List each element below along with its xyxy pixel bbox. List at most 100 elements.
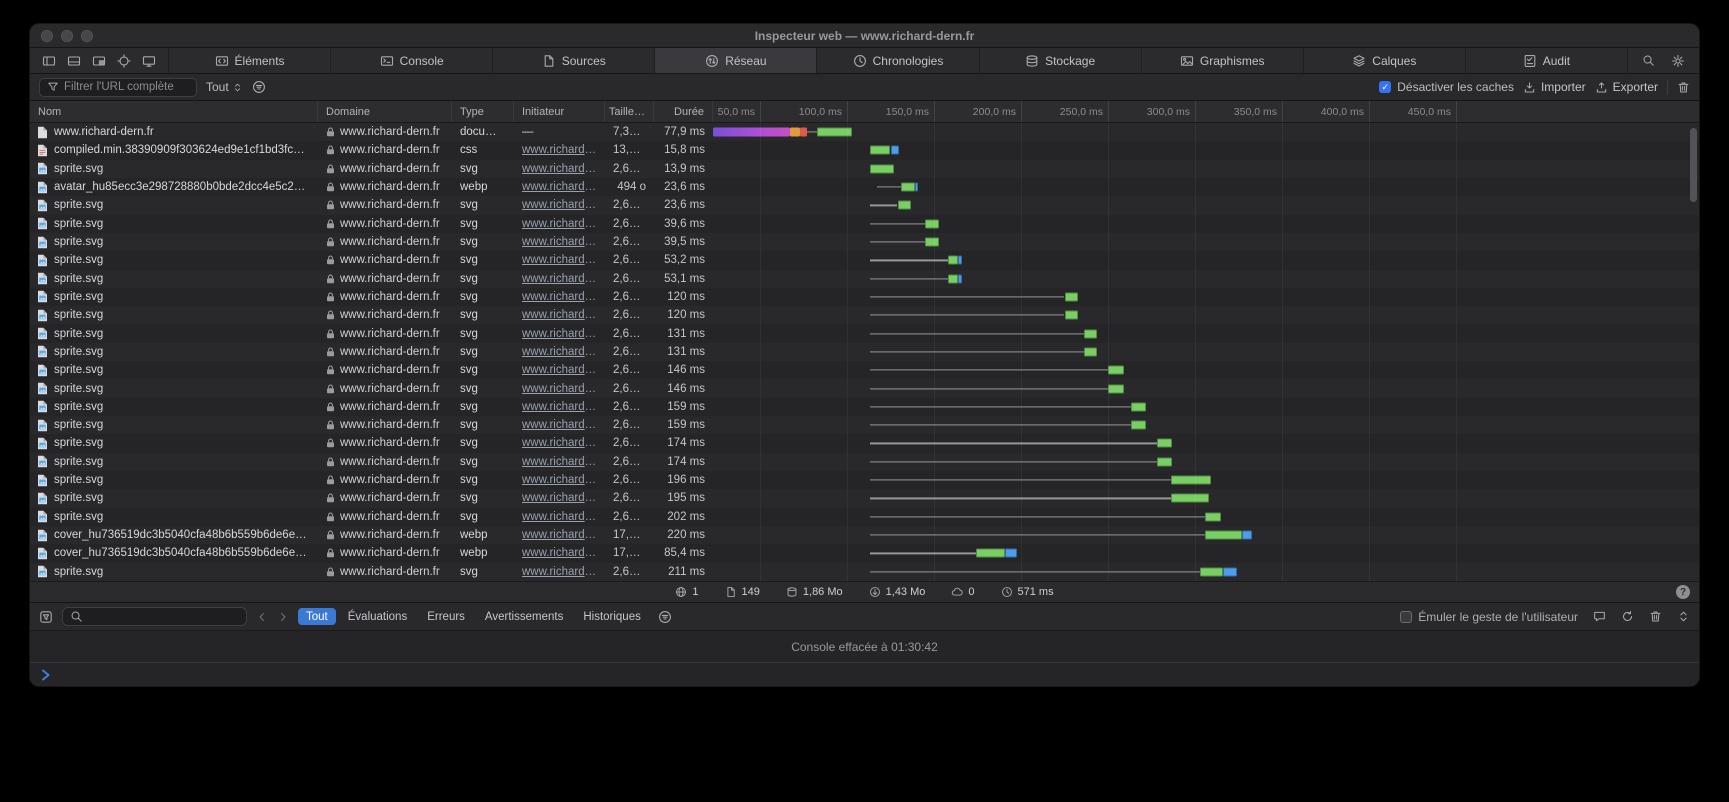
- request-initiator[interactable]: www.richard-d…: [514, 144, 605, 156]
- request-initiator[interactable]: www.richard-d…: [514, 163, 605, 175]
- request-name[interactable]: sprite.svg: [30, 437, 318, 450]
- next-result-icon[interactable]: [277, 611, 289, 623]
- request-initiator[interactable]: www.richard-d…: [514, 383, 605, 395]
- request-name[interactable]: sprite.svg: [30, 290, 318, 303]
- console-scope-tout[interactable]: Tout: [298, 608, 336, 625]
- resource-type-dropdown[interactable]: Tout: [206, 80, 243, 94]
- dock-side-icon[interactable]: [42, 54, 56, 68]
- console-scope-erreurs[interactable]: Erreurs: [419, 608, 473, 625]
- table-row[interactable]: sprite.svgwww.richard-dern.frsvgwww.rich…: [30, 324, 1699, 342]
- console-sidebar-icon[interactable]: [39, 610, 53, 624]
- table-row[interactable]: sprite.svgwww.richard-dern.frsvgwww.rich…: [30, 453, 1699, 471]
- request-initiator[interactable]: www.richard-d…: [514, 492, 605, 504]
- request-name[interactable]: sprite.svg: [30, 217, 318, 230]
- column-header-domaine[interactable]: Domaine: [318, 101, 452, 122]
- table-row[interactable]: sprite.svgwww.richard-dern.frsvgwww.rich…: [30, 233, 1699, 251]
- request-initiator[interactable]: www.richard-d…: [514, 474, 605, 486]
- previous-result-icon[interactable]: [256, 611, 268, 623]
- request-name[interactable]: sprite.svg: [30, 510, 318, 523]
- gear-icon[interactable]: [1671, 54, 1685, 68]
- request-name[interactable]: cover_hu736519dc3b5040cfa48b6b559b6de6ec…: [30, 529, 318, 542]
- tab-chronologies[interactable]: Chronologies: [817, 48, 979, 73]
- expand-console-icon[interactable]: [1677, 610, 1690, 623]
- console-scope-e-valuations[interactable]: Évaluations: [340, 608, 415, 625]
- url-filter-field[interactable]: [39, 78, 197, 97]
- request-name[interactable]: sprite.svg: [30, 474, 318, 487]
- table-row[interactable]: compiled.min.38390909f303624ed9e1cf1bd3f…: [30, 141, 1699, 159]
- clear-network-icon[interactable]: [1677, 81, 1690, 94]
- column-header-nom[interactable]: Nom: [30, 101, 318, 122]
- request-initiator[interactable]: www.richard-d…: [514, 437, 605, 449]
- tab-console[interactable]: Console: [331, 48, 493, 73]
- request-initiator[interactable]: www.richard-d…: [514, 566, 605, 578]
- import-button[interactable]: Importer: [1523, 80, 1586, 94]
- table-row[interactable]: sprite.svgwww.richard-dern.frsvgwww.rich…: [30, 398, 1699, 416]
- column-header-taille[interactable]: Taille…: [605, 101, 654, 122]
- column-header-type[interactable]: Type: [452, 101, 514, 122]
- tab-sources[interactable]: Sources: [493, 48, 655, 73]
- tab-stockage[interactable]: Stockage: [980, 48, 1142, 73]
- filter-options-icon[interactable]: [252, 80, 266, 94]
- tab-e-le-ments[interactable]: Éléments: [169, 48, 331, 73]
- request-initiator[interactable]: www.richard-d…: [514, 291, 605, 303]
- request-name[interactable]: cover_hu736519dc3b5040cfa48b6b559b6de6ec…: [30, 547, 318, 560]
- request-name[interactable]: sprite.svg: [30, 364, 318, 377]
- request-initiator[interactable]: www.richard-d…: [514, 364, 605, 376]
- request-initiator[interactable]: www.richard-d…: [514, 511, 605, 523]
- tab-audit[interactable]: Audit: [1466, 48, 1628, 73]
- table-row[interactable]: sprite.svgwww.richard-dern.frsvgwww.rich…: [30, 508, 1699, 526]
- request-initiator[interactable]: www.richard-d…: [514, 401, 605, 413]
- request-initiator[interactable]: www.richard-d…: [514, 328, 605, 340]
- column-header-initiateur[interactable]: Initiateur: [514, 101, 605, 122]
- request-initiator[interactable]: www.richard-d…: [514, 181, 605, 193]
- table-row[interactable]: sprite.svgwww.richard-dern.frsvgwww.rich…: [30, 196, 1699, 214]
- table-row[interactable]: cover_hu736519dc3b5040cfa48b6b559b6de6ec…: [30, 526, 1699, 544]
- request-name[interactable]: sprite.svg: [30, 327, 318, 340]
- table-row[interactable]: sprite.svgwww.richard-dern.frsvgwww.rich…: [30, 288, 1699, 306]
- url-filter-input[interactable]: [64, 81, 189, 93]
- request-name[interactable]: sprite.svg: [30, 382, 318, 395]
- request-initiator[interactable]: www.richard-d…: [514, 346, 605, 358]
- request-name[interactable]: sprite.svg: [30, 455, 318, 468]
- column-header-dure-e[interactable]: Durée: [654, 101, 713, 122]
- element-picker-icon[interactable]: [117, 54, 131, 68]
- request-name[interactable]: sprite.svg: [30, 400, 318, 413]
- table-row[interactable]: www.richard-dern.frwww.richard-dern.frdo…: [30, 123, 1699, 141]
- table-row[interactable]: sprite.svgwww.richard-dern.frsvgwww.rich…: [30, 471, 1699, 489]
- request-initiator[interactable]: www.richard-d…: [514, 218, 605, 230]
- disable-caches-toggle[interactable]: ✓ Désactiver les caches: [1379, 80, 1514, 94]
- request-initiator[interactable]: www.richard-d…: [514, 529, 605, 541]
- export-button[interactable]: Exporter: [1595, 80, 1658, 94]
- request-name[interactable]: www.richard-dern.fr: [30, 126, 318, 139]
- table-row[interactable]: sprite.svgwww.richard-dern.frsvgwww.rich…: [30, 563, 1699, 581]
- table-row[interactable]: sprite.svgwww.richard-dern.frsvgwww.rich…: [30, 270, 1699, 288]
- console-messages-icon[interactable]: [1593, 610, 1606, 623]
- emulate-user-gesture-toggle[interactable]: Émuler le geste de l'utilisateur: [1400, 610, 1578, 624]
- request-initiator[interactable]: www.richard-d…: [514, 254, 605, 266]
- request-initiator[interactable]: www.richard-d…: [514, 199, 605, 211]
- table-row[interactable]: sprite.svgwww.richard-dern.frsvgwww.rich…: [30, 379, 1699, 397]
- table-row[interactable]: sprite.svgwww.richard-dern.frsvgwww.rich…: [30, 343, 1699, 361]
- zoom-button[interactable]: [81, 30, 93, 42]
- table-row[interactable]: sprite.svgwww.richard-dern.frsvgwww.rich…: [30, 306, 1699, 324]
- table-row[interactable]: sprite.svgwww.richard-dern.frsvgwww.rich…: [30, 361, 1699, 379]
- tab-re-seau[interactable]: Réseau: [655, 48, 817, 73]
- console-prompt[interactable]: [30, 662, 1699, 686]
- console-search-input[interactable]: [88, 611, 239, 623]
- table-row[interactable]: cover_hu736519dc3b5040cfa48b6b559b6de6ec…: [30, 544, 1699, 562]
- table-row[interactable]: sprite.svgwww.richard-dern.frsvgwww.rich…: [30, 434, 1699, 452]
- close-button[interactable]: [41, 30, 53, 42]
- reload-icon[interactable]: [1621, 610, 1634, 623]
- console-search-field[interactable]: [62, 607, 247, 626]
- request-initiator[interactable]: www.richard-d…: [514, 547, 605, 559]
- request-name[interactable]: sprite.svg: [30, 419, 318, 432]
- table-row[interactable]: sprite.svgwww.richard-dern.frsvgwww.rich…: [30, 160, 1699, 178]
- request-name[interactable]: compiled.min.38390909f303624ed9e1cf1bd3f…: [30, 144, 318, 157]
- table-row[interactable]: sprite.svgwww.richard-dern.frsvgwww.rich…: [30, 215, 1699, 233]
- request-initiator[interactable]: www.richard-d…: [514, 273, 605, 285]
- tab-calques[interactable]: Calques: [1304, 48, 1466, 73]
- request-name[interactable]: sprite.svg: [30, 492, 318, 505]
- request-name[interactable]: sprite.svg: [30, 565, 318, 578]
- request-name[interactable]: avatar_hu85ecc3e298728880b0bde2dcc4e5c23…: [30, 181, 318, 194]
- request-name[interactable]: sprite.svg: [30, 272, 318, 285]
